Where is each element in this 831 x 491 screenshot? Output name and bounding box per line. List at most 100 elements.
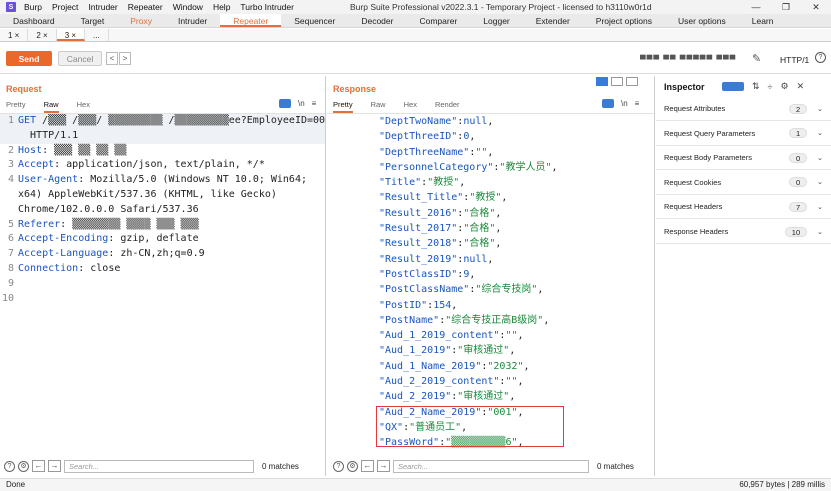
cancel-button[interactable]: Cancel [58, 51, 102, 66]
minimize-icon[interactable]: — [741, 0, 771, 14]
layout-top-bottom-icon[interactable] [611, 77, 623, 86]
inspector-count-badge: 0 [788, 177, 808, 188]
response-tab-hex[interactable]: Hex [404, 100, 417, 113]
response-search-input[interactable]: Search... [393, 459, 589, 473]
repeater-tab-2[interactable]: 2 × [28, 29, 57, 41]
repeater-tab-more[interactable]: ... [85, 29, 109, 41]
response-json-line: "Result_2017":"合格", [327, 221, 654, 236]
search-next-button[interactable]: → [377, 460, 390, 472]
wrap-toggle-icon[interactable] [602, 99, 614, 108]
chevron-down-icon[interactable]: ⌄ [817, 228, 823, 236]
help-icon[interactable]: ? [333, 460, 344, 472]
history-forward-button[interactable]: > [119, 52, 131, 65]
request-tab-raw[interactable]: Raw [43, 100, 59, 113]
tab-extender[interactable]: Extender [523, 14, 583, 27]
line-number: 2 [7, 144, 14, 156]
json-comma: , [495, 207, 502, 219]
json-value: "审核通过" [457, 391, 510, 403]
main-tab-bar: Dashboard Target Proxy Intruder Repeater… [0, 14, 831, 28]
response-tab-raw[interactable]: Raw [371, 100, 386, 113]
menu-turbo-intruder[interactable]: Turbo Intruder [240, 2, 294, 12]
expand-icon[interactable]: ÷ [768, 82, 773, 92]
settings-gear-icon[interactable]: ⚙ [347, 460, 358, 472]
response-json-line: "Aud_1_2019_content":"", [327, 328, 654, 343]
inspector-section[interactable]: Request Query Parameters 1 ⌄ [656, 122, 831, 146]
newline-toggle-icon[interactable]: \n [298, 99, 305, 108]
inspector-section[interactable]: Request Cookies 0 ⌄ [656, 171, 831, 195]
protocol-selector[interactable]: HTTP/1 [780, 55, 809, 65]
tab-repeater[interactable]: Repeater [220, 14, 282, 27]
request-search-input[interactable]: Search... [64, 459, 254, 473]
settings-gear-icon[interactable]: ⚙ [781, 81, 789, 92]
tab-proxy[interactable]: Proxy [117, 14, 165, 27]
close-icon[interactable]: ✕ [801, 0, 831, 14]
tab-learn[interactable]: Learn [739, 14, 787, 27]
help-icon[interactable]: ? [4, 460, 15, 472]
header-value: : close [78, 262, 121, 274]
request-editor[interactable]: 1 GET /▒▒▒ /▒▒▒/ ▒▒▒▒▒▒▒▒▒ /▒▒▒▒▒▒▒▒▒ee?E… [0, 113, 325, 453]
chevron-down-icon[interactable]: ⌄ [817, 105, 823, 113]
collapse-all-icon[interactable]: ⇅ [752, 81, 760, 92]
wrap-toggle-icon[interactable] [279, 99, 291, 108]
inspector-count-badge: 1 [788, 128, 808, 139]
request-tab-hex[interactable]: Hex [77, 100, 90, 113]
menu-intruder[interactable]: Intruder [88, 2, 117, 12]
menu-icon[interactable]: ≡ [635, 99, 640, 108]
send-button[interactable]: Send [6, 51, 52, 66]
tab-project-options[interactable]: Project options [583, 14, 665, 27]
chevron-down-icon[interactable]: ⌄ [817, 129, 823, 137]
json-value: "教授" [469, 192, 502, 204]
tab-sequencer[interactable]: Sequencer [281, 14, 348, 27]
maximize-icon[interactable]: ❐ [771, 0, 801, 14]
menu-window[interactable]: Window [173, 2, 203, 12]
layout-side-by-side-icon[interactable] [596, 77, 608, 86]
tab-comparer[interactable]: Comparer [406, 14, 470, 27]
response-tab-render[interactable]: Render [435, 100, 460, 113]
chevron-down-icon[interactable]: ⌄ [817, 178, 823, 186]
tab-decoder[interactable]: Decoder [348, 14, 406, 27]
inspector-section-label: Request Cookies [664, 177, 722, 187]
inspector-section[interactable]: Response Headers 10 ⌄ [656, 220, 831, 244]
help-icon[interactable]: ? [815, 52, 826, 63]
inspector-section-label: Request Headers [664, 202, 723, 212]
menu-icon[interactable]: ≡ [312, 99, 317, 108]
history-back-button[interactable]: < [106, 52, 118, 65]
inspector-layout-icon[interactable] [722, 82, 744, 91]
menu-project[interactable]: Project [52, 2, 78, 12]
menu-help[interactable]: Help [213, 2, 230, 12]
tab-intruder[interactable]: Intruder [165, 14, 220, 27]
inspector-section[interactable]: Request Attributes 2 ⌄ [656, 97, 831, 121]
request-line: 9 [0, 277, 325, 292]
search-prev-button[interactable]: ← [361, 460, 374, 472]
search-prev-button[interactable]: ← [32, 460, 45, 472]
request-tab-pretty[interactable]: Pretty [6, 100, 26, 113]
layout-tabs-icon[interactable] [626, 77, 638, 86]
edit-target-icon[interactable]: ✎ [752, 52, 761, 65]
inspector-section[interactable]: Request Headers 7 ⌄ [656, 195, 831, 220]
response-title: Response [333, 84, 377, 94]
chevron-down-icon[interactable]: ⌄ [817, 154, 823, 162]
settings-gear-icon[interactable]: ⚙ [18, 460, 29, 472]
line-number: 6 [7, 233, 14, 245]
search-next-button[interactable]: → [48, 460, 61, 472]
response-editor[interactable]: "DeptTwoName":null, "DeptThreeID":0, "Dept… [327, 113, 654, 453]
response-json-line: "Aud_1_Name_2019":"2032", [327, 359, 654, 374]
request-line: Chrome/102.0.0.0 Safari/537.36 [0, 203, 325, 218]
menu-repeater[interactable]: Repeater [128, 2, 163, 12]
header-value: : zh-CN,zh;q=0.9 [108, 248, 205, 260]
inspector-count-badge: 0 [788, 152, 808, 163]
newline-toggle-icon[interactable]: \n [621, 99, 628, 108]
json-value: "" [505, 330, 518, 342]
tab-user-options[interactable]: User options [665, 14, 739, 27]
tab-target[interactable]: Target [68, 14, 118, 27]
menu-burp[interactable]: Burp [24, 2, 42, 12]
tab-logger[interactable]: Logger [470, 14, 522, 27]
repeater-tab-1[interactable]: 1 × [0, 29, 29, 41]
chevron-down-icon[interactable]: ⌄ [817, 203, 823, 211]
inspector-pane: Inspector ⇅ ÷ ⚙ ✕ Request Attributes 2 ⌄ Re… [656, 76, 831, 476]
close-icon[interactable]: ✕ [797, 81, 805, 92]
inspector-section[interactable]: Request Body Parameters 0 ⌄ [656, 146, 831, 171]
repeater-tab-3[interactable]: 3 × [56, 29, 86, 41]
response-tab-pretty[interactable]: Pretty [333, 100, 353, 113]
tab-dashboard[interactable]: Dashboard [0, 14, 68, 27]
